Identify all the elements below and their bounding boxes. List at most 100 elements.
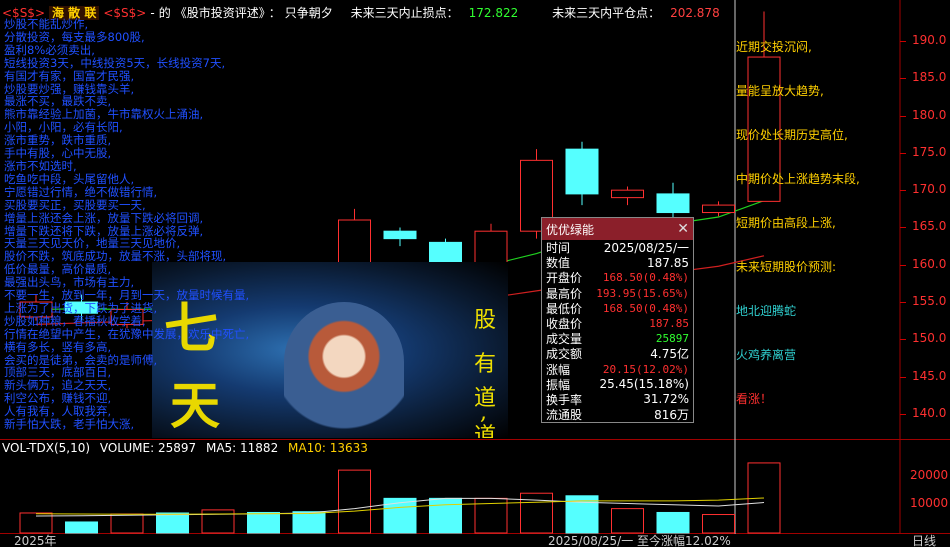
bottom-status-bar: 2025年 2025/08/25/一 至今涨幅12.02% 日线: [0, 534, 950, 547]
volume-bar[interactable]: [656, 511, 690, 534]
popup-row-value: 187.85: [647, 255, 689, 270]
popup-row: 数值 187.85: [542, 255, 693, 271]
volume-tick-10000: 10000: [910, 496, 949, 510]
volume-bar[interactable]: [201, 509, 235, 534]
volume-tick-20000: 20000: [910, 468, 949, 482]
bottom-year-label: 2025年: [14, 534, 57, 547]
maxim-line: 新手怕大跌，老手怕大涨,: [4, 417, 135, 432]
y-tick-label: 175.0: [912, 144, 947, 159]
maxim-line: 涨市不如选时,: [4, 158, 77, 173]
popup-rows: 时间 2025/08/25/一 数值 187.85 开盘价 168.50(0.48%) 最高…: [542, 240, 693, 422]
y-tick-label: 140.0: [912, 405, 947, 420]
forecast-note: 看涨！: [736, 392, 773, 406]
volume-value: VOLUME: 25897: [99, 441, 197, 455]
popup-row-value: 168.50(0.48%): [602, 301, 689, 315]
volume-bar[interactable]: [383, 497, 417, 534]
volume-bar[interactable]: [292, 511, 326, 534]
close-icon[interactable]: ✕: [677, 221, 689, 237]
popup-row-value: 25.45(15.18%): [599, 377, 689, 392]
candle-body[interactable]: [702, 204, 735, 214]
volume-ma5: MA5: 11882: [205, 441, 279, 455]
popup-row-label: 流通股: [546, 408, 583, 423]
candle-body[interactable]: [611, 189, 644, 199]
popup-row-value: 816万: [654, 408, 689, 423]
volume-bar[interactable]: [429, 497, 462, 534]
maxim-line: 行情在绝望中产生，在犹豫中发展，欢乐中死亡,: [4, 326, 250, 341]
y-tick-mark: [900, 190, 906, 192]
popup-row: 成交量 25897: [542, 331, 693, 346]
maxim-line: 吃鱼吃中段，头尾留他人,: [4, 171, 135, 186]
popup-row: 时间 2025/08/25/一: [542, 240, 693, 255]
maxim-line: 买股要买正，买股要买一天,: [4, 197, 146, 212]
forecast-note: 现价处长期历史高位,: [736, 128, 848, 142]
volume-bar[interactable]: [747, 462, 781, 534]
art-glyph-2: 有: [474, 352, 497, 377]
popup-row-value: 187.85: [649, 317, 689, 331]
volume-bar[interactable]: [520, 492, 553, 534]
stock-info-popup[interactable]: 优优绿能 ✕ 时间 2025/08/25/一 数值 187.85 开盘价 168.50(0…: [541, 217, 694, 423]
forecast-note: 火鸡养离营: [736, 348, 797, 362]
popup-row-value: 4.75亿: [650, 347, 689, 362]
y-tick-label: 150.0: [912, 331, 947, 346]
popup-row: 流通股 816万: [542, 407, 693, 422]
candle-body[interactable]: [383, 230, 417, 240]
popup-row: 涨幅 20.15(12.02%): [542, 362, 693, 377]
y-tick-mark: [900, 115, 906, 117]
candle-body[interactable]: [565, 148, 599, 195]
volume-bar[interactable]: [338, 469, 371, 534]
popup-row-value: 25897: [655, 332, 689, 346]
volume-bar[interactable]: [65, 521, 98, 534]
maxim-line: 炒股如种粮，春播秋收学着,: [4, 313, 146, 328]
y-tick-label: 160.0: [912, 256, 947, 271]
volume-bar[interactable]: [156, 512, 189, 534]
popup-row-value: 168.50(0.48%): [602, 271, 689, 285]
popup-row-value: 193.95(15.65%): [596, 286, 689, 300]
forecast-note: 未来短期股价预测:: [736, 260, 837, 274]
maxim-line: 盈利8%必须卖出,: [4, 42, 95, 57]
forecast-note: 量能呈放大趋势,: [736, 84, 824, 98]
popup-row-value: 2025/08/25/一: [603, 241, 689, 256]
popup-row: 最高价 193.95(15.65%): [542, 286, 693, 301]
maxim-line: 炒股不能乱炒作,: [4, 17, 89, 31]
maxim-line: 有国才有家，国富才民强,: [4, 68, 135, 83]
popup-row: 换手率 31.72%: [542, 392, 693, 407]
art-glyph-5: 道: [474, 424, 497, 438]
volume-indicator-name[interactable]: VOL-TDX(5,10): [2, 441, 90, 455]
popup-row-value: 20.15(12.02%): [602, 362, 689, 376]
y-tick-mark: [900, 227, 906, 229]
y-tick-mark: [900, 264, 906, 266]
volume-bar[interactable]: [110, 513, 144, 534]
volume-bar[interactable]: [247, 511, 280, 534]
maxim-line: 不要一生，放到一年，月到一天，放量时候有量,: [4, 288, 250, 303]
y-tick-mark: [900, 78, 906, 80]
popup-row: 开盘价 168.50(0.48%): [542, 270, 693, 285]
volume-bar[interactable]: [702, 514, 735, 534]
maxim-line: 分散投资，每支最多800股,: [4, 29, 145, 44]
y-tick-label: 180.0: [912, 107, 947, 122]
popup-row: 最低价 168.50(0.48%): [542, 301, 693, 316]
volume-bar[interactable]: [611, 508, 644, 534]
popup-title: 优优绿能: [546, 222, 595, 237]
y-tick-label: 170.0: [912, 182, 947, 197]
y-tick-mark: [900, 41, 906, 43]
candle-body[interactable]: [656, 193, 690, 214]
y-tick-label: 155.0: [912, 294, 947, 309]
maxim-line: 横有多长，竖有多高,: [4, 339, 112, 354]
trading-maxims-list: 炒股不能乱炒作, 分散投资，每支最多800股, 盈利8%必须卖出, 短线投资3天，中线…: [4, 18, 254, 431]
art-glyph-1: 股: [474, 308, 497, 333]
forecast-note: 地北迎腾蛇: [736, 304, 797, 318]
popup-row-value: 31.72%: [643, 392, 689, 407]
y-tick-label: 185.0: [912, 70, 947, 85]
volume-ma10: MA10: 13633: [288, 441, 368, 455]
y-tick-mark: [900, 302, 906, 304]
y-tick-label: 145.0: [912, 368, 947, 383]
y-tick-mark: [900, 413, 906, 415]
y-tick-label: 165.0: [912, 219, 947, 234]
forecast-note: 近期交投沉闷,: [736, 40, 812, 54]
maxim-line: 短线投资3天，中线投资5天，长线投资7天,: [4, 55, 226, 70]
y-tick-mark: [900, 339, 906, 341]
volume-header: VOL-TDX(5,10) VOLUME: 25897 MA5: 11882 M…: [2, 441, 374, 455]
period-daily-tab[interactable]: 日线: [912, 532, 936, 547]
popup-header[interactable]: 优优绿能 ✕: [542, 218, 693, 240]
y-tick-mark: [900, 152, 906, 154]
